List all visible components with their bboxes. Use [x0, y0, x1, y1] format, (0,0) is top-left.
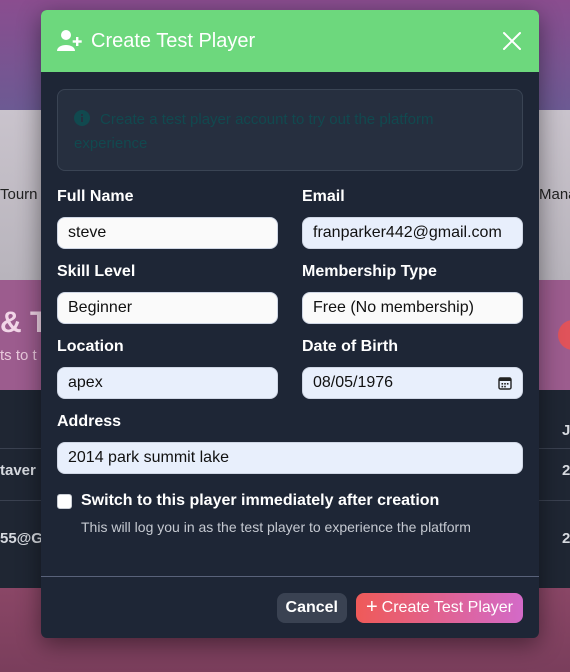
skill-level-group: Skill Level Beginner	[57, 263, 278, 324]
address-label: Address	[57, 413, 122, 430]
cancel-button[interactable]: Cancel	[276, 592, 347, 623]
membership-type-group: Membership Type Free (No membership)	[302, 263, 523, 324]
background-subtitle-fragment: ts to t	[0, 347, 37, 364]
background-row2-col-fragment: 2	[562, 530, 570, 547]
background-row2-fragment: 55@G	[0, 530, 43, 547]
email-input[interactable]: franparker442@gmail.com	[302, 217, 523, 249]
info-text: Create a test player account to try out …	[74, 111, 434, 152]
background-manage-fragment: Mana	[539, 186, 570, 203]
full-name-input[interactable]: steve	[57, 217, 278, 249]
background-row1-fragment: taver	[0, 462, 36, 479]
create-test-player-button[interactable]: + Create Test Player	[355, 592, 523, 623]
switch-player-checkbox[interactable]	[57, 493, 72, 509]
skill-level-select[interactable]: Beginner	[57, 292, 278, 324]
date-of-birth-label: Date of Birth	[302, 338, 398, 355]
date-of-birth-group: Date of Birth 08/05/1976	[302, 338, 523, 399]
skill-level-label: Skill Level	[57, 263, 136, 280]
close-icon[interactable]	[501, 30, 523, 52]
create-test-player-modal: Create Test Player Create a test player …	[41, 10, 539, 638]
background-col-header-fragment: J	[562, 422, 570, 439]
email-group: Email franparker442@gmail.com	[302, 188, 523, 249]
full-name-label: Full Name	[57, 188, 134, 205]
background-tournament-fragment: Tourn	[0, 186, 38, 203]
info-icon	[74, 110, 90, 126]
date-of-birth-input[interactable]: 08/05/1976	[302, 367, 523, 399]
location-input[interactable]: apex	[57, 367, 278, 399]
membership-type-label: Membership Type	[302, 263, 437, 280]
location-group: Location apex	[57, 338, 278, 399]
user-plus-icon	[57, 30, 82, 51]
create-button-label: Create Test Player	[381, 598, 513, 616]
switch-player-help: This will log you in as the test player …	[81, 519, 471, 535]
membership-type-select[interactable]: Free (No membership)	[302, 292, 523, 324]
modal-body: Create a test player account to try out …	[41, 72, 539, 535]
switch-player-label[interactable]: Switch to this player immediately after …	[81, 492, 439, 510]
address-input[interactable]: 2014 park summit lake	[57, 442, 523, 474]
modal-header: Create Test Player	[41, 10, 539, 72]
email-label: Email	[302, 188, 345, 205]
full-name-group: Full Name steve	[57, 188, 278, 249]
address-group: Address 2014 park summit lake	[57, 413, 523, 474]
calendar-icon[interactable]	[498, 376, 512, 390]
background-row1-col-fragment: 2	[562, 462, 570, 479]
info-alert: Create a test player account to try out …	[57, 89, 523, 171]
modal-title: Create Test Player	[91, 29, 256, 52]
background-red-badge	[558, 320, 570, 350]
form-grid: Full Name steve Email franparker442@gmai…	[57, 188, 523, 488]
location-label: Location	[57, 338, 124, 355]
plus-icon: +	[365, 596, 378, 618]
switch-player-option: Switch to this player immediately after …	[57, 492, 523, 510]
modal-footer: Cancel + Create Test Player	[41, 576, 539, 638]
